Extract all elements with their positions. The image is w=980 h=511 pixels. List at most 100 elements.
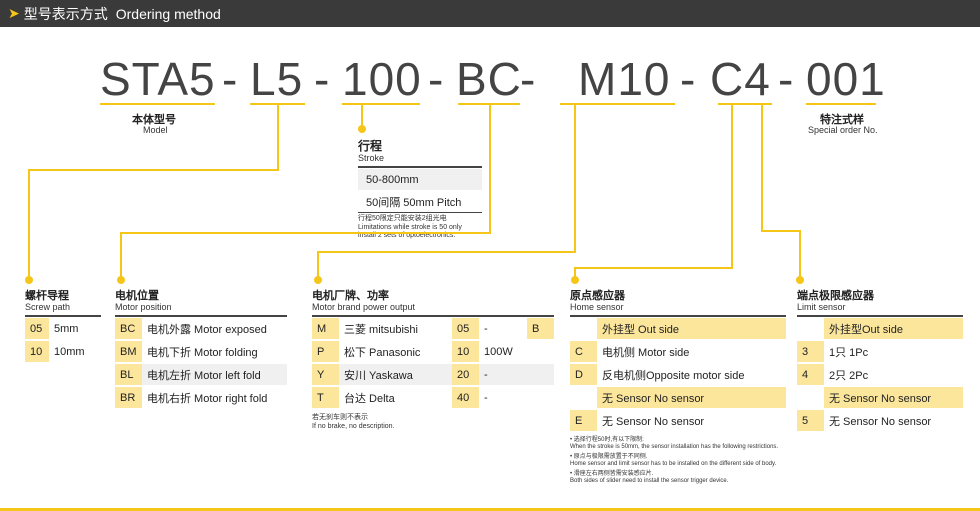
- connector-dot: [314, 276, 322, 284]
- connector-dot: [796, 276, 804, 284]
- power-code: 05: [452, 318, 479, 339]
- header-title-zh: 型号表示方式: [23, 6, 108, 23]
- motorpos-value: 电机下折 Motor folding: [142, 341, 287, 362]
- home-code: [570, 387, 597, 408]
- code-dash: -: [778, 53, 795, 105]
- underline: [342, 103, 420, 105]
- home-row: D 反电机侧Opposite motor side: [570, 364, 786, 385]
- limit-row: 3 1只 1Pc: [797, 341, 963, 362]
- connector: [361, 105, 363, 127]
- screw-value: 10mm: [49, 341, 101, 362]
- motorpos-value: 电机外露 Motor exposed: [142, 318, 287, 339]
- screw-code: 10: [25, 341, 49, 362]
- table-top-border: [25, 315, 101, 317]
- connector: [28, 169, 279, 171]
- code-dash: -: [428, 53, 445, 105]
- stroke-row: 50-800mm: [358, 169, 482, 190]
- motorpos-value: 电机左折 Motor left fold: [142, 364, 287, 385]
- table-top-border: [797, 315, 963, 317]
- table-top-border: [570, 315, 786, 317]
- limit-code: 5: [797, 410, 824, 431]
- connector: [574, 267, 733, 269]
- brake-code: [527, 364, 554, 385]
- limit-title-en: Limit sensor: [797, 302, 846, 312]
- brake-code: B: [527, 318, 554, 339]
- limit-value: 无 Sensor No sensor: [824, 410, 963, 431]
- power-value: -: [479, 387, 527, 408]
- connector: [574, 105, 576, 252]
- motorpos-code: BL: [115, 364, 142, 385]
- stroke-row: 50间隔 50mm Pitch: [358, 191, 482, 212]
- brand-note: 若无刹车则不表示: [312, 414, 368, 421]
- brand-title-zh: 电机厂牌、功率: [312, 289, 389, 302]
- limit-value: 外挂型Out side: [824, 318, 963, 339]
- power-value: 100W: [479, 341, 527, 362]
- code-brand: M10: [578, 53, 671, 105]
- screw-title-en: Screw path: [25, 302, 71, 312]
- brand-name: 三菱 mitsubishi: [339, 318, 452, 339]
- power-code: 20: [452, 364, 479, 385]
- connector: [317, 251, 319, 279]
- stroke-note: 行程50限定只能安装2组光电: [358, 215, 447, 222]
- brand-title-en: Motor brand power output: [312, 302, 416, 312]
- home-note: When the stroke is 50mm, the sensor inst…: [570, 444, 779, 450]
- connector: [731, 105, 733, 269]
- connector-dot: [117, 276, 125, 284]
- connector: [761, 105, 763, 232]
- home-note: • 选择行程50时,有以下限制:: [570, 437, 644, 443]
- brand-name: 松下 Panasonic: [339, 341, 452, 362]
- home-value: 反电机侧Opposite motor side: [597, 364, 786, 385]
- connector: [120, 232, 491, 234]
- brand-row: T 台达 Delta 40 -: [312, 387, 554, 408]
- underline: [100, 103, 215, 105]
- code-lead: L5: [250, 53, 304, 105]
- special-label-en: Special order No.: [808, 125, 878, 135]
- underline: [718, 103, 772, 105]
- home-note: Home sensor and limit sensor has to be i…: [570, 461, 777, 467]
- brand-code: Y: [312, 364, 339, 385]
- brand-name: 台达 Delta: [339, 387, 452, 408]
- motorpos-title-zh: 电机位置: [115, 289, 159, 302]
- home-row: C 电机侧 Motor side: [570, 341, 786, 362]
- motorpos-code: BC: [115, 318, 142, 339]
- brand-code: M: [312, 318, 339, 339]
- code-model: STA5: [100, 53, 216, 105]
- limit-title-zh: 端点极限感应器: [797, 289, 874, 302]
- home-code: [570, 318, 597, 339]
- motorpos-row: BM 电机下折 Motor folding: [115, 341, 287, 362]
- table-bottom-border: [358, 212, 482, 213]
- limit-row: 5 无 Sensor No sensor: [797, 410, 963, 431]
- code-dash: -: [520, 53, 537, 105]
- arrow-icon: ➤: [8, 5, 20, 22]
- home-row: 无 Sensor No sensor: [570, 387, 786, 408]
- power-value: -: [479, 364, 527, 385]
- stroke-note: Limitations while stroke is 50 only: [358, 224, 462, 231]
- home-title-en: Home sensor: [570, 302, 624, 312]
- brand-row: Y 安川 Yaskawa 20 -: [312, 364, 554, 385]
- section-header: ➤ 型号表示方式 Ordering method: [0, 0, 980, 27]
- brand-row: P 松下 Panasonic 10 100W: [312, 341, 554, 362]
- brake-code: [527, 387, 554, 408]
- home-value: 电机侧 Motor side: [597, 341, 786, 362]
- motorpos-code: BM: [115, 341, 142, 362]
- code-dash: -: [314, 53, 331, 105]
- motorpos-row: BR 电机右折 Motor right fold: [115, 387, 287, 408]
- table-top-border: [115, 315, 287, 317]
- home-title-zh: 原点感应器: [570, 289, 625, 302]
- connector-dot: [25, 276, 33, 284]
- limit-row: 外挂型Out side: [797, 318, 963, 339]
- code-sensor: C4: [710, 53, 771, 105]
- table-top-border: [358, 166, 482, 168]
- motorpos-code: BR: [115, 387, 142, 408]
- screw-row: 10 10mm: [25, 341, 101, 362]
- brand-note: If no brake, no description.: [312, 423, 395, 430]
- limit-value: 无 Sensor No sensor: [824, 387, 963, 408]
- code-dash: -: [680, 53, 697, 105]
- home-note: • 原点与极限需放置于不同侧.: [570, 454, 648, 460]
- connector: [317, 251, 576, 253]
- connector-dot: [358, 125, 366, 133]
- limit-value: 1只 1Pc: [824, 341, 963, 362]
- home-value: 无 Sensor No sensor: [597, 387, 786, 408]
- connector-dot: [571, 276, 579, 284]
- home-note: Both sides of slider need to install the…: [570, 478, 729, 484]
